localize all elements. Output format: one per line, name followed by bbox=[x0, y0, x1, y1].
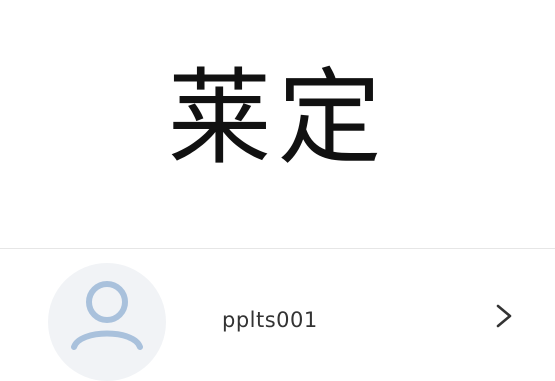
account-row[interactable]: pplts001 bbox=[0, 249, 555, 381]
header-area: 莱定 bbox=[0, 0, 555, 248]
user-avatar-icon bbox=[71, 281, 143, 350]
page-title: 莱定 bbox=[167, 57, 388, 179]
avatar[interactable] bbox=[48, 263, 166, 381]
username: pplts001 bbox=[222, 308, 318, 332]
chevron-right-icon[interactable] bbox=[492, 301, 516, 331]
